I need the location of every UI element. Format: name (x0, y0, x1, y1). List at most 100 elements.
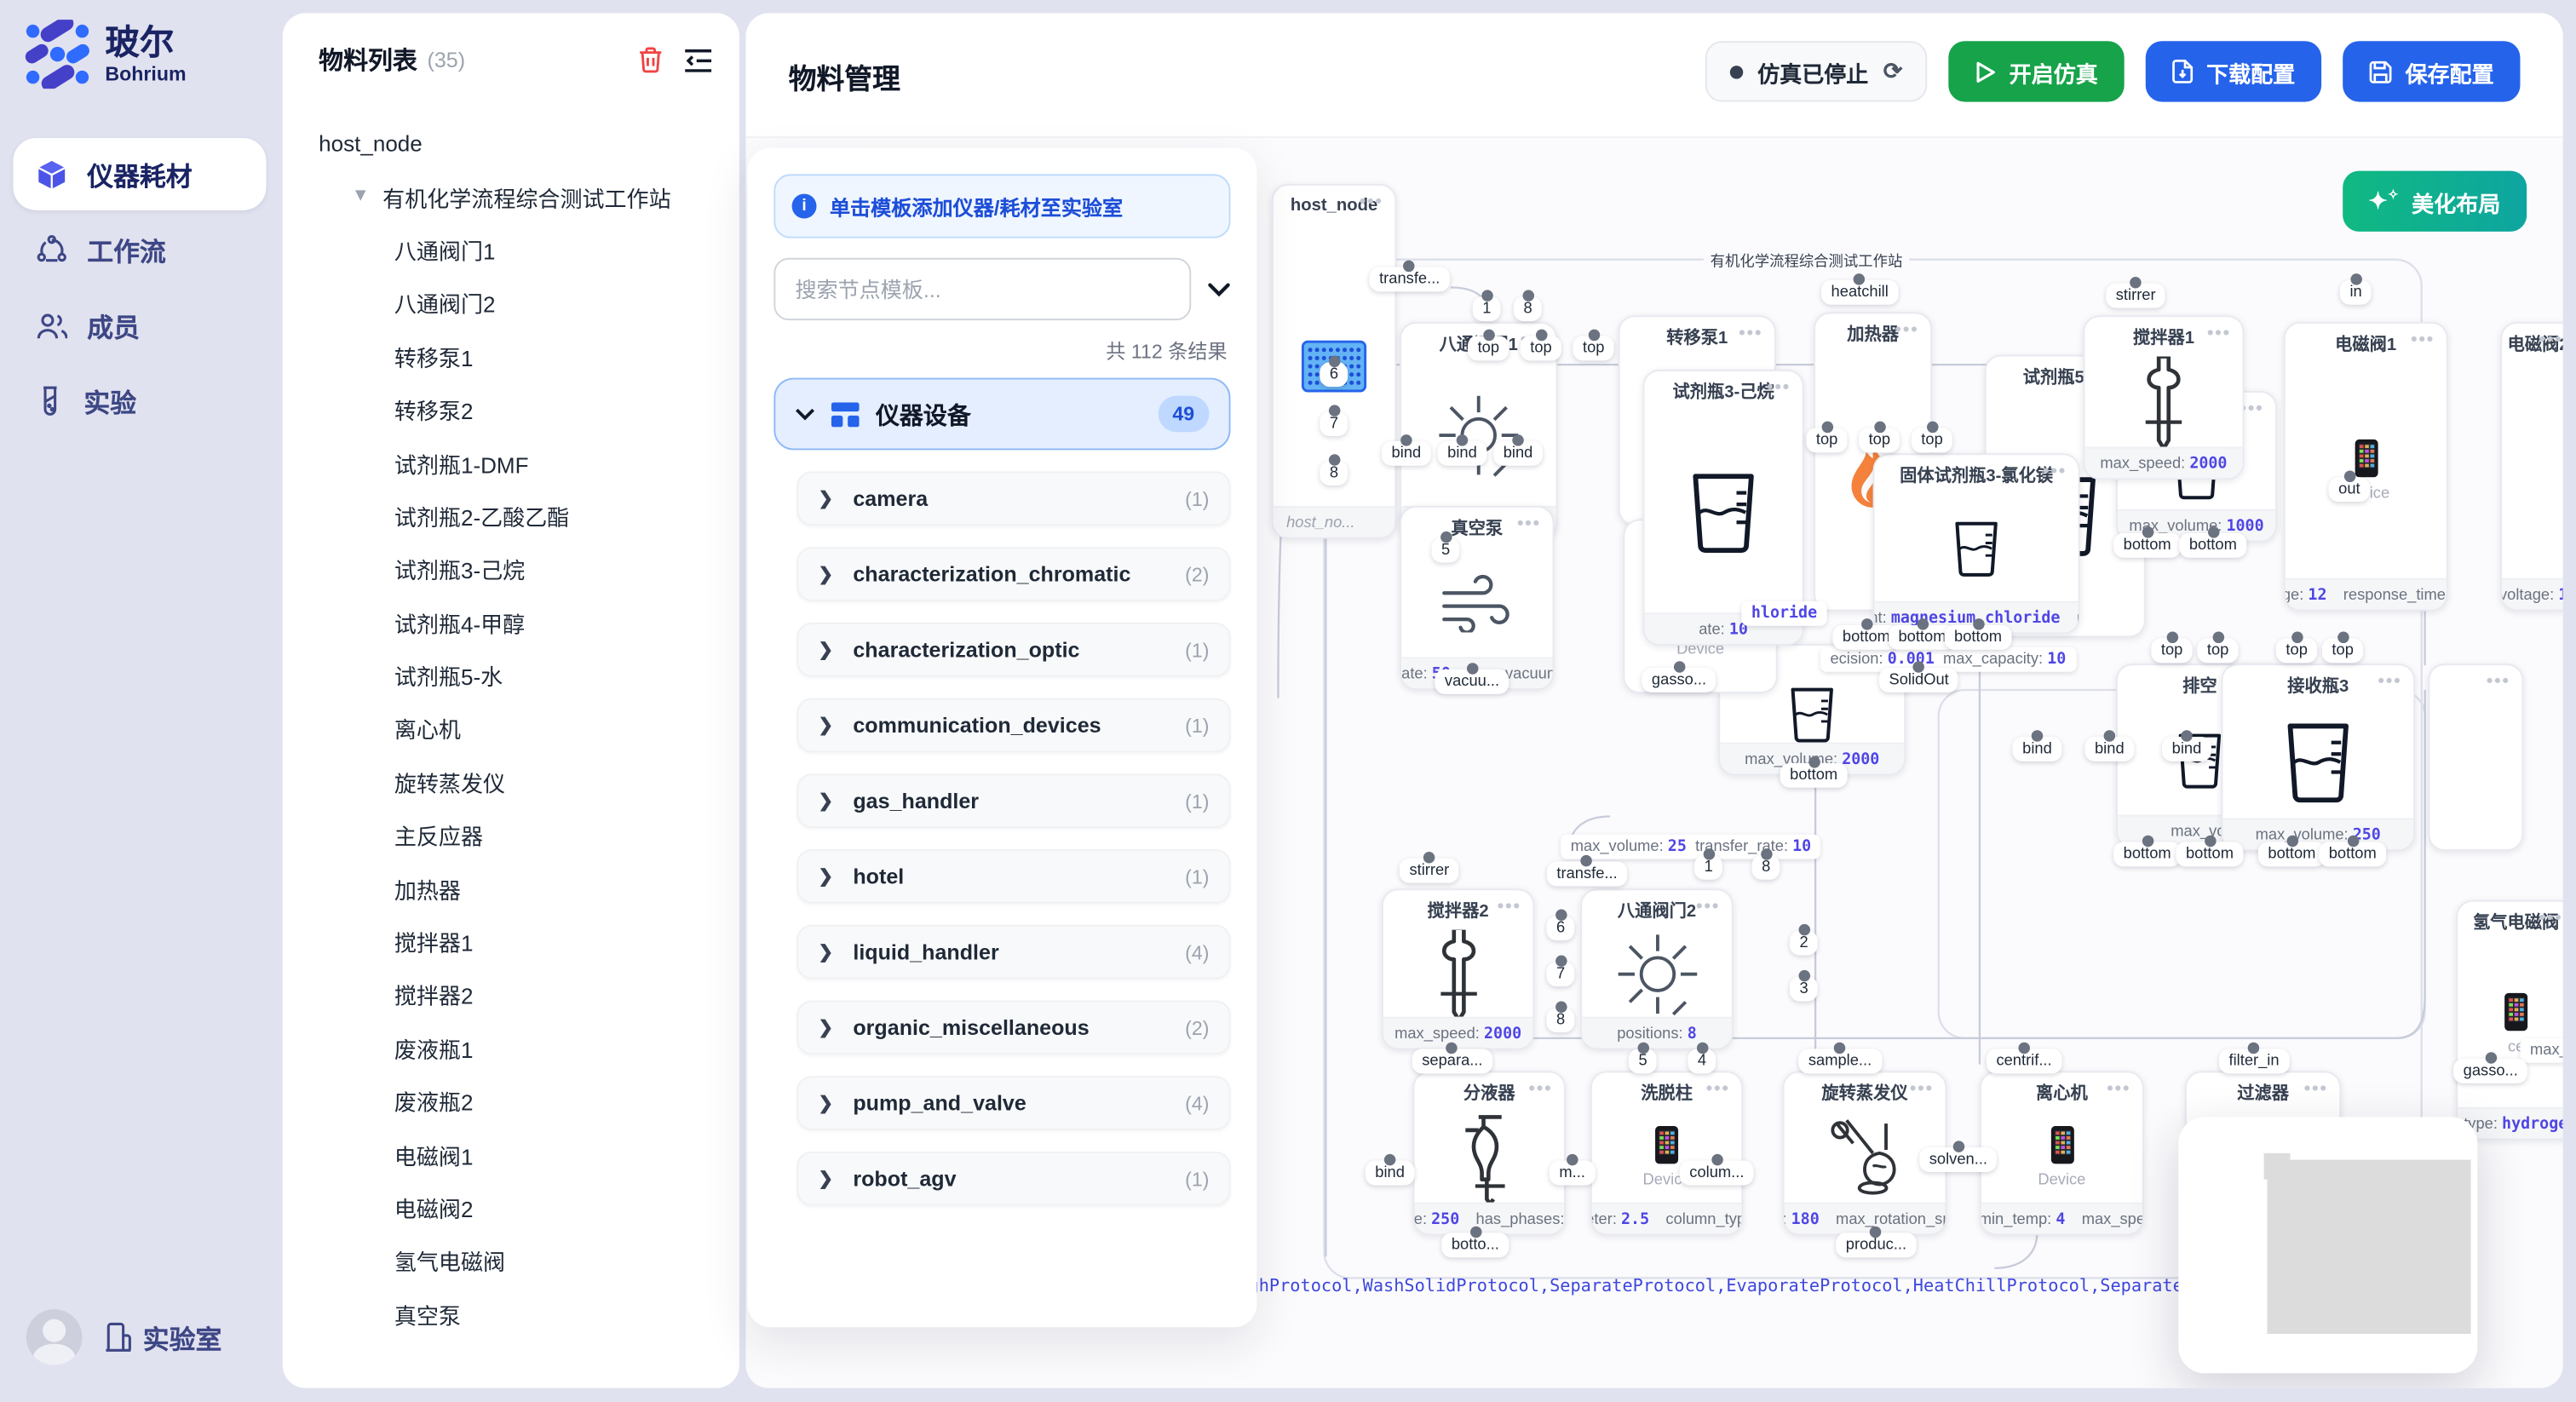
port-chip-top[interactable]: top (2197, 638, 2239, 663)
canvas-node-八通阀门2[interactable]: 八通阀门2•••positions: 8 (1580, 888, 1733, 1049)
port-chip-bottom[interactable]: bottom (2258, 842, 2326, 866)
canvas-node-电磁阀1[interactable]: 电磁阀1•••Devicevoltage: 12response_time: 0… (2284, 322, 2448, 611)
tree-item[interactable]: 转移泵2 (319, 382, 726, 435)
port-chip-2[interactable]: 2 (1790, 931, 1818, 956)
port-chip-bottom[interactable]: bottom (1944, 625, 2011, 650)
template-category-camera[interactable]: ❯camera(1) (796, 472, 1230, 526)
canvas-node-card[interactable]: ••• (2428, 664, 2523, 851)
canvas-node-搅拌器1[interactable]: 搅拌器1•••max_speed: 2000 (2083, 315, 2244, 480)
port-chip-top[interactable]: top (1573, 336, 1614, 360)
tree-item[interactable]: 搅拌器1 (319, 915, 726, 968)
port-chip-top[interactable]: top (2151, 638, 2193, 663)
port-chip-top[interactable]: top (1521, 336, 1562, 360)
canvas-node-固体试剂瓶3-氯化镁[interactable]: 固体试剂瓶3-氯化镁•••agent: magnesium_chlorideph… (1873, 453, 2080, 634)
port-chip-bottom[interactable]: bottom (2176, 842, 2243, 866)
node-menu-icon[interactable]: ••• (1739, 324, 1762, 343)
tree-item[interactable]: 真空泵 (319, 1287, 726, 1340)
node-menu-icon[interactable]: ••• (2107, 1079, 2130, 1099)
node-menu-icon[interactable]: ••• (2043, 462, 2067, 481)
tree-item[interactable]: 转移泵1 (319, 330, 726, 382)
port-chip-filter_in[interactable]: filter_in (2219, 1049, 2289, 1073)
port-chip-bottom[interactable]: bottom (2113, 842, 2181, 866)
node-menu-icon[interactable]: ••• (1767, 378, 1791, 398)
canvas-node-分液器[interactable]: 分液器•••volume: 250has_phases: true (1413, 1071, 1566, 1235)
port-chip-5[interactable]: 5 (1629, 1049, 1657, 1073)
node-menu-icon[interactable]: ••• (1706, 1079, 1730, 1099)
outdent-icon[interactable] (683, 47, 713, 73)
port-chip-m[interactable]: m... (1550, 1161, 1596, 1186)
tree-item[interactable]: 试剂瓶2-乙酸乙酯 (319, 489, 726, 542)
sidebar-item-members[interactable]: 成员 (13, 289, 266, 361)
node-menu-icon[interactable]: ••• (2539, 909, 2563, 928)
sidebar-item-workflow[interactable]: 工作流 (13, 214, 266, 286)
port-chip-7[interactable]: 7 (1546, 962, 1574, 986)
avatar[interactable] (26, 1309, 83, 1365)
template-category-liquid_handler[interactable]: ❯liquid_handler(4) (796, 925, 1230, 980)
node-menu-icon[interactable]: ••• (2539, 330, 2563, 350)
template-category-characterization_optic[interactable]: ❯characterization_optic(1) (796, 623, 1230, 677)
canvas-node-氢气电磁阀[interactable]: 氢气电磁阀•••ce_type: hydrogen (2456, 900, 2562, 1141)
port-chip-top[interactable]: top (1468, 336, 1509, 360)
sidebar-item-lab[interactable]: 实验室 (105, 1318, 221, 1357)
port-chip-6[interactable]: 6 (1320, 362, 1348, 387)
port-chip-centrif[interactable]: centrif... (1987, 1049, 2061, 1073)
port-chip-heatchill[interactable]: heatchill (1821, 280, 1898, 305)
port-chip-bottom[interactable]: bottom (2319, 842, 2386, 866)
template-category-hotel[interactable]: ❯hotel(1) (796, 849, 1230, 904)
tree-item[interactable]: 氢气电磁阀 (319, 1234, 726, 1287)
node-menu-icon[interactable]: ••• (1528, 1079, 1552, 1099)
port-chip-8[interactable]: 8 (1752, 855, 1780, 880)
port-chip-transfe[interactable]: transfe... (1547, 862, 1627, 887)
tree-item[interactable]: 废液瓶1 (319, 1021, 726, 1074)
port-chip-colum[interactable]: colum... (1680, 1161, 1754, 1186)
tree-item[interactable]: 离心机 (319, 702, 726, 755)
trash-icon[interactable] (637, 46, 664, 74)
node-menu-icon[interactable]: ••• (1517, 514, 1541, 534)
canvas-node-离心机[interactable]: 离心机•••Devicemin_temp: 4max_spe (1980, 1071, 2144, 1235)
port-chip-top[interactable]: top (1912, 428, 1953, 452)
port-chip-top[interactable]: top (2322, 638, 2364, 663)
tree-item[interactable]: 试剂瓶3-己烷 (319, 543, 726, 595)
tree-item[interactable]: 八通阀门1 (319, 223, 726, 276)
tree-item[interactable]: 八通阀门2 (319, 276, 726, 329)
port-chip-bind[interactable]: bind (1366, 1161, 1415, 1186)
tree-item[interactable]: 电磁阀1 (319, 1128, 726, 1181)
beautify-layout-button[interactable]: ✦✧ 美化布局 (2342, 171, 2527, 232)
port-chip-sample[interactable]: sample... (1798, 1049, 1881, 1073)
port-chip-stirrer[interactable]: stirrer (1400, 859, 1459, 883)
canvas-node-电磁阀2[interactable]: 电磁阀2•••voltage: 12 (2500, 322, 2562, 611)
port-chip-8[interactable]: 8 (1320, 461, 1348, 486)
node-menu-icon[interactable]: ••• (1696, 897, 1720, 916)
node-menu-icon[interactable]: ••• (1895, 320, 1919, 340)
port-chip-3[interactable]: 3 (1790, 977, 1818, 1002)
template-category-pump_and_valve[interactable]: ❯pump_and_valve(4) (796, 1076, 1230, 1130)
tree-item[interactable]: 搅拌器2 (319, 968, 726, 1020)
port-chip-out[interactable]: out (2329, 477, 2371, 502)
port-chip-top[interactable]: top (1806, 428, 1848, 452)
port-chip-bottom[interactable]: bottom (2179, 533, 2246, 558)
port-chip-botto[interactable]: botto... (1441, 1232, 1509, 1257)
node-menu-icon[interactable]: ••• (1360, 192, 1383, 212)
node-menu-icon[interactable]: ••• (2207, 324, 2231, 343)
refresh-icon[interactable]: ⟳ (1883, 58, 1903, 86)
port-chip-top[interactable]: top (2276, 638, 2318, 663)
port-chip-separa[interactable]: separa... (1412, 1049, 1492, 1073)
sidebar-item-instruments[interactable]: 仪器耗材 (13, 138, 266, 210)
tree-item[interactable]: 试剂瓶4-甲醇 (319, 595, 726, 648)
port-chip-8[interactable]: 8 (1514, 296, 1542, 321)
tree-item[interactable]: 旋转蒸发仪 (319, 756, 726, 808)
tree-item[interactable]: 电磁阀2 (319, 1181, 726, 1233)
node-menu-icon[interactable]: ••• (1498, 897, 1521, 916)
template-category-gas_handler[interactable]: ❯gas_handler(1) (796, 773, 1230, 828)
port-chip-bottom[interactable]: bottom (1780, 763, 1848, 788)
template-category-characterization_chromatic[interactable]: ❯characterization_chromatic(2) (796, 547, 1230, 601)
tree-item[interactable]: 废液瓶2 (319, 1074, 726, 1127)
port-chip-4[interactable]: 4 (1688, 1049, 1716, 1073)
start-simulation-button[interactable]: 开启仿真 (1948, 41, 2124, 101)
port-chip-solven[interactable]: solven... (1919, 1147, 1997, 1172)
tree-item[interactable]: 试剂瓶1-DMF (319, 436, 726, 489)
template-category-robot_agv[interactable]: ❯robot_agv(1) (796, 1152, 1230, 1206)
tree-item-root[interactable]: host_node (319, 117, 726, 170)
port-chip-bind[interactable]: bind (2084, 737, 2134, 761)
node-menu-icon[interactable]: ••• (2378, 672, 2402, 692)
